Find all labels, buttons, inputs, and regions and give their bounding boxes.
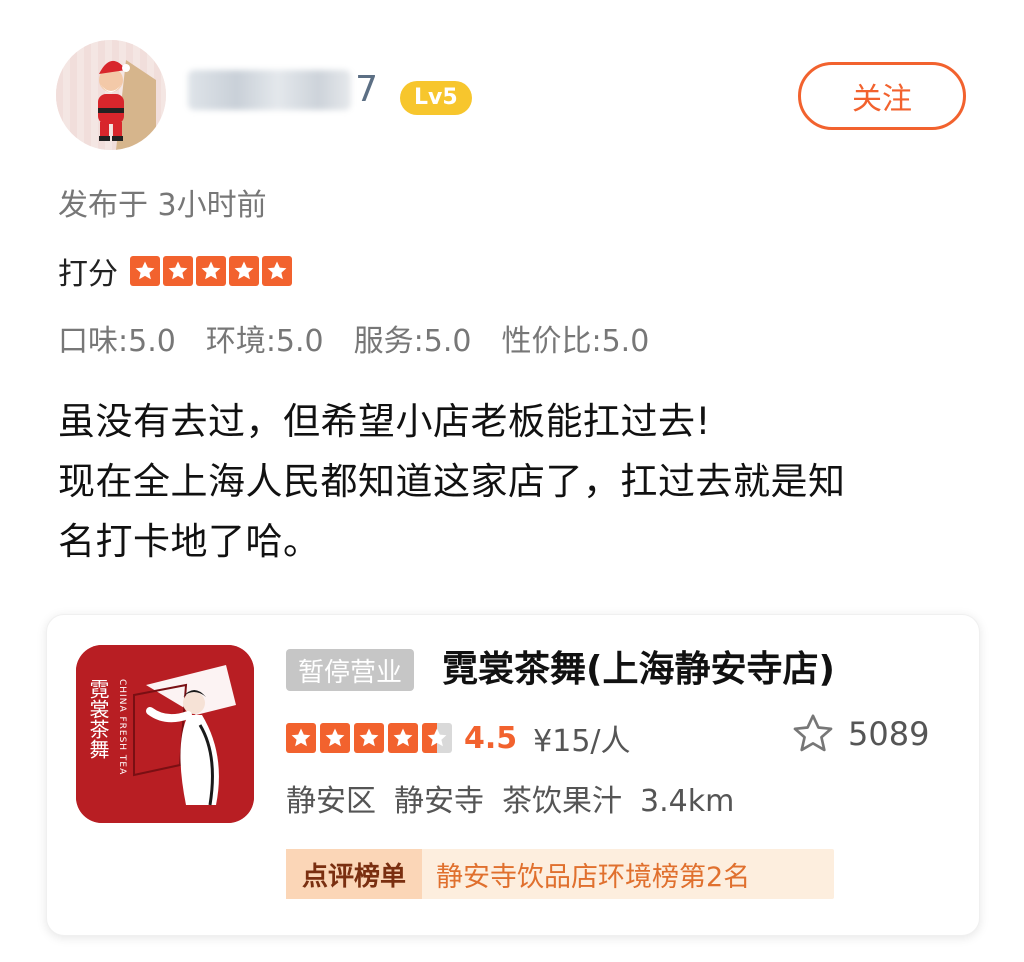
ranking-text: 静安寺饮品店环境榜第2名 — [436, 861, 751, 893]
star-icon — [130, 256, 160, 286]
tag-district: 静安区 — [286, 784, 376, 819]
star-icon — [196, 256, 226, 286]
shop-logo-cn-text: 霓裳茶舞 — [86, 679, 110, 759]
subscore-taste: 口味:5.0 — [58, 324, 176, 359]
ranking-label: 点评榜单 — [286, 849, 423, 899]
username-blurred — [188, 70, 352, 110]
rating-row: 打分 — [58, 250, 295, 292]
shop-score: 4.5 — [464, 720, 518, 756]
rating-stars — [130, 256, 295, 286]
shop-tags: 静安区 静安寺 茶饮果汁 3.4km — [286, 780, 752, 824]
post-time: 发布于 3小时前 — [58, 188, 267, 223]
shop-rating-stars — [286, 723, 456, 753]
shop-name[interactable]: 霓裳茶舞(上海静安寺店) — [442, 644, 835, 696]
tag-distance: 3.4km — [640, 784, 735, 819]
santa-avatar-image — [56, 40, 166, 150]
shop-rating-row: 4.5 ¥15/人 — [286, 716, 631, 760]
star-icon — [422, 723, 452, 753]
tag-area: 静安寺 — [394, 784, 484, 819]
ranking-banner[interactable]: 点评榜单 静安寺饮品店环境榜第2名 — [286, 849, 834, 899]
shop-logo-en-text: CHINA FRESH TEA — [117, 679, 127, 775]
shop-logo-image: 霓裳茶舞 CHINA FRESH TEA — [76, 645, 254, 823]
subscore-environment: 环境:5.0 — [205, 324, 324, 359]
username[interactable]: 7 — [188, 62, 378, 118]
subscore-value: 性价比:5.0 — [501, 324, 650, 359]
username-tail: 7 — [355, 69, 378, 110]
shop-price: ¥15/人 — [533, 724, 631, 759]
level-badge: Lv5 — [400, 81, 472, 115]
tag-category: 茶饮果汁 — [502, 784, 622, 819]
review-line: 名打卡地了哈。 — [58, 520, 321, 563]
review-line: 虽没有去过，但希望小店老板能扛过去! — [58, 400, 711, 443]
status-tag: 暂停营业 — [286, 649, 415, 691]
review-line: 现在全上海人民都知道这家店了，扛过去就是知 — [58, 460, 846, 503]
subscores: 口味:5.0 环境:5.0 服务:5.0 性价比:5.0 — [58, 320, 679, 364]
favorite-button[interactable]: 5089 — [790, 708, 929, 760]
shop-logo[interactable]: 霓裳茶舞 CHINA FRESH TEA — [76, 645, 254, 823]
star-outline-icon — [793, 714, 833, 752]
star-icon — [262, 256, 292, 286]
follow-button[interactable]: 关注 — [798, 62, 966, 130]
star-icon — [320, 723, 350, 753]
avatar[interactable] — [56, 40, 166, 150]
review-text: 虽没有去过，但希望小店老板能扛过去! 现在全上海人民都知道这家店了，扛过去就是知… — [58, 392, 968, 572]
star-icon — [229, 256, 259, 286]
rating-label: 打分 — [58, 257, 118, 292]
star-icon — [388, 723, 418, 753]
subscore-service: 服务:5.0 — [353, 324, 472, 359]
star-icon — [163, 256, 193, 286]
star-icon — [354, 723, 384, 753]
favorite-count: 5089 — [848, 715, 930, 753]
star-icon — [286, 723, 316, 753]
